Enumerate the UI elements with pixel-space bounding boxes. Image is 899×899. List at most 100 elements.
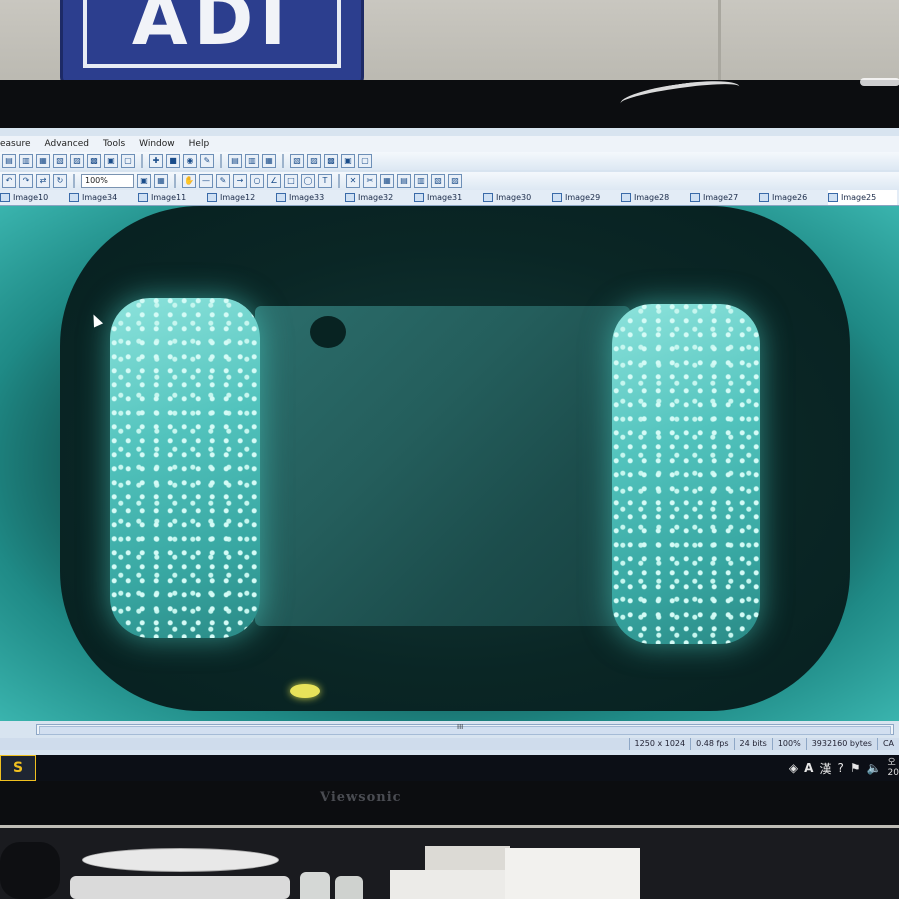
tab-image34[interactable]: Image34	[69, 190, 138, 205]
tab-image10[interactable]: Image10	[0, 190, 69, 205]
bottle	[335, 876, 363, 899]
image-tab-icon	[621, 193, 631, 202]
text-icon[interactable]: T	[318, 174, 332, 188]
layer3-icon[interactable]: ▧	[431, 174, 445, 188]
clock[interactable]: 오 20	[888, 758, 899, 778]
tool-button[interactable]: ▧	[290, 154, 304, 168]
tool-button[interactable]: ▥	[19, 154, 33, 168]
component-mark	[310, 316, 346, 348]
rotate-left-icon[interactable]: ↶	[2, 174, 16, 188]
toolbar-separator	[73, 174, 75, 188]
menu-tools[interactable]: Tools	[103, 136, 125, 152]
tab-image27[interactable]: Image27	[690, 190, 759, 205]
tool-button[interactable]: ▦	[262, 154, 276, 168]
pen-icon[interactable]: ✎	[216, 174, 230, 188]
image-tab-icon	[414, 193, 424, 202]
ellipse-icon[interactable]: ○	[250, 174, 264, 188]
horizontal-scrollbar[interactable]: III	[36, 723, 894, 735]
bottle	[300, 872, 330, 899]
tool-button[interactable]: ▩	[324, 154, 338, 168]
menu-window[interactable]: Window	[139, 136, 175, 152]
tool-button[interactable]: ■	[166, 154, 180, 168]
tab-image28[interactable]: Image28	[621, 190, 690, 205]
layer2-icon[interactable]: ▥	[414, 174, 428, 188]
tool-button[interactable]: ▧	[53, 154, 67, 168]
tool-button[interactable]: ▥	[245, 154, 259, 168]
zoom-in-icon[interactable]: ▦	[154, 174, 168, 188]
tab-image12[interactable]: Image12	[207, 190, 276, 205]
refresh-icon[interactable]: ↻	[53, 174, 67, 188]
cut-icon[interactable]: ✂	[363, 174, 377, 188]
layer4-icon[interactable]: ▨	[448, 174, 462, 188]
status-bar: 1250 x 1024 0.48 fps 24 bits 100% 393216…	[0, 738, 899, 750]
network-icon[interactable]: ◈	[789, 761, 798, 775]
line-icon[interactable]: —	[199, 174, 213, 188]
menu-help[interactable]: Help	[189, 136, 210, 152]
tab-image26[interactable]: Image26	[759, 190, 828, 205]
ps-app-icon[interactable]: S	[0, 755, 36, 781]
status-bits: 24 bits	[733, 738, 772, 750]
layer-icon[interactable]: ▤	[397, 174, 411, 188]
grid-icon[interactable]: ▦	[380, 174, 394, 188]
tool-button[interactable]: ▨	[70, 154, 84, 168]
box	[505, 848, 640, 899]
tool-button[interactable]: ◉	[183, 154, 197, 168]
tool-button[interactable]: ▦	[36, 154, 50, 168]
speaker-icon[interactable]: 🔈	[867, 761, 882, 775]
zoom-fit-icon[interactable]: ▣	[137, 174, 151, 188]
delete-icon[interactable]: ✕	[346, 174, 360, 188]
tool-button[interactable]: ▨	[307, 154, 321, 168]
tool-button[interactable]: ▢	[121, 154, 135, 168]
image-tab-icon	[276, 193, 286, 202]
tab-image32[interactable]: Image32	[345, 190, 414, 205]
image-tab-icon	[345, 193, 355, 202]
image-viewport[interactable]: 10 5	[0, 206, 899, 721]
image-tab-icon	[552, 193, 562, 202]
status-fps: 0.48 fps	[690, 738, 733, 750]
tab-image30[interactable]: Image30	[483, 190, 552, 205]
tool-button[interactable]: ✚	[149, 154, 163, 168]
status-zoom: 100%	[771, 738, 806, 750]
status-size: 3932160 bytes	[805, 738, 877, 750]
scrollbar-thumb[interactable]	[39, 726, 891, 735]
tool-button[interactable]: ✎	[200, 154, 214, 168]
scale-base	[70, 876, 290, 899]
scrollbar-grip: III	[457, 723, 464, 731]
adi-sign-frame: ADI	[83, 0, 341, 68]
zoom-select[interactable]: 100%	[81, 174, 134, 188]
microscope-part	[0, 842, 60, 899]
flip-icon[interactable]: ⇄	[36, 174, 50, 188]
status-trailing: CA	[876, 738, 899, 750]
rotate-right-icon[interactable]: ↷	[19, 174, 33, 188]
tool-button[interactable]: ▩	[87, 154, 101, 168]
menu-advanced[interactable]: Advanced	[45, 136, 89, 152]
ime-mode[interactable]: A	[804, 761, 813, 775]
rectangle-icon[interactable]: □	[284, 174, 298, 188]
hand-icon[interactable]: ✋	[182, 174, 196, 188]
image-tab-icon	[759, 193, 769, 202]
tool-button[interactable]: ▤	[2, 154, 16, 168]
flag-icon[interactable]: ⚑	[850, 761, 861, 775]
image-tab-icon	[483, 193, 493, 202]
tab-image11[interactable]: Image11	[138, 190, 207, 205]
image-tab-icon	[828, 193, 838, 202]
help-icon[interactable]: ?	[837, 761, 843, 775]
ime-hanja[interactable]: 漢	[819, 760, 831, 777]
tab-image29[interactable]: Image29	[552, 190, 621, 205]
tab-image25[interactable]: Image25	[828, 190, 897, 205]
angle-icon[interactable]: ∠	[267, 174, 281, 188]
tool-button[interactable]: ▣	[104, 154, 118, 168]
tool-button[interactable]: ▣	[341, 154, 355, 168]
arrow-icon[interactable]: →	[233, 174, 247, 188]
circle-icon[interactable]: ◯	[301, 174, 315, 188]
tab-image33[interactable]: Image33	[276, 190, 345, 205]
image-tab-icon	[69, 193, 79, 202]
monitor-brand-logo: Viewsonic	[320, 790, 402, 805]
box	[390, 870, 510, 899]
tab-image31[interactable]: Image31	[414, 190, 483, 205]
tool-button[interactable]: ▢	[358, 154, 372, 168]
toolbar-bottom: ↶ ↷ ⇄ ↻ 100% ▣ ▦ ✋ — ✎ → ○ ∠ □ ◯ T ✕ ✂ ▦…	[0, 172, 899, 190]
component-body	[255, 306, 630, 626]
tool-button[interactable]: ▤	[228, 154, 242, 168]
menu-measure[interactable]: easure	[0, 136, 31, 152]
